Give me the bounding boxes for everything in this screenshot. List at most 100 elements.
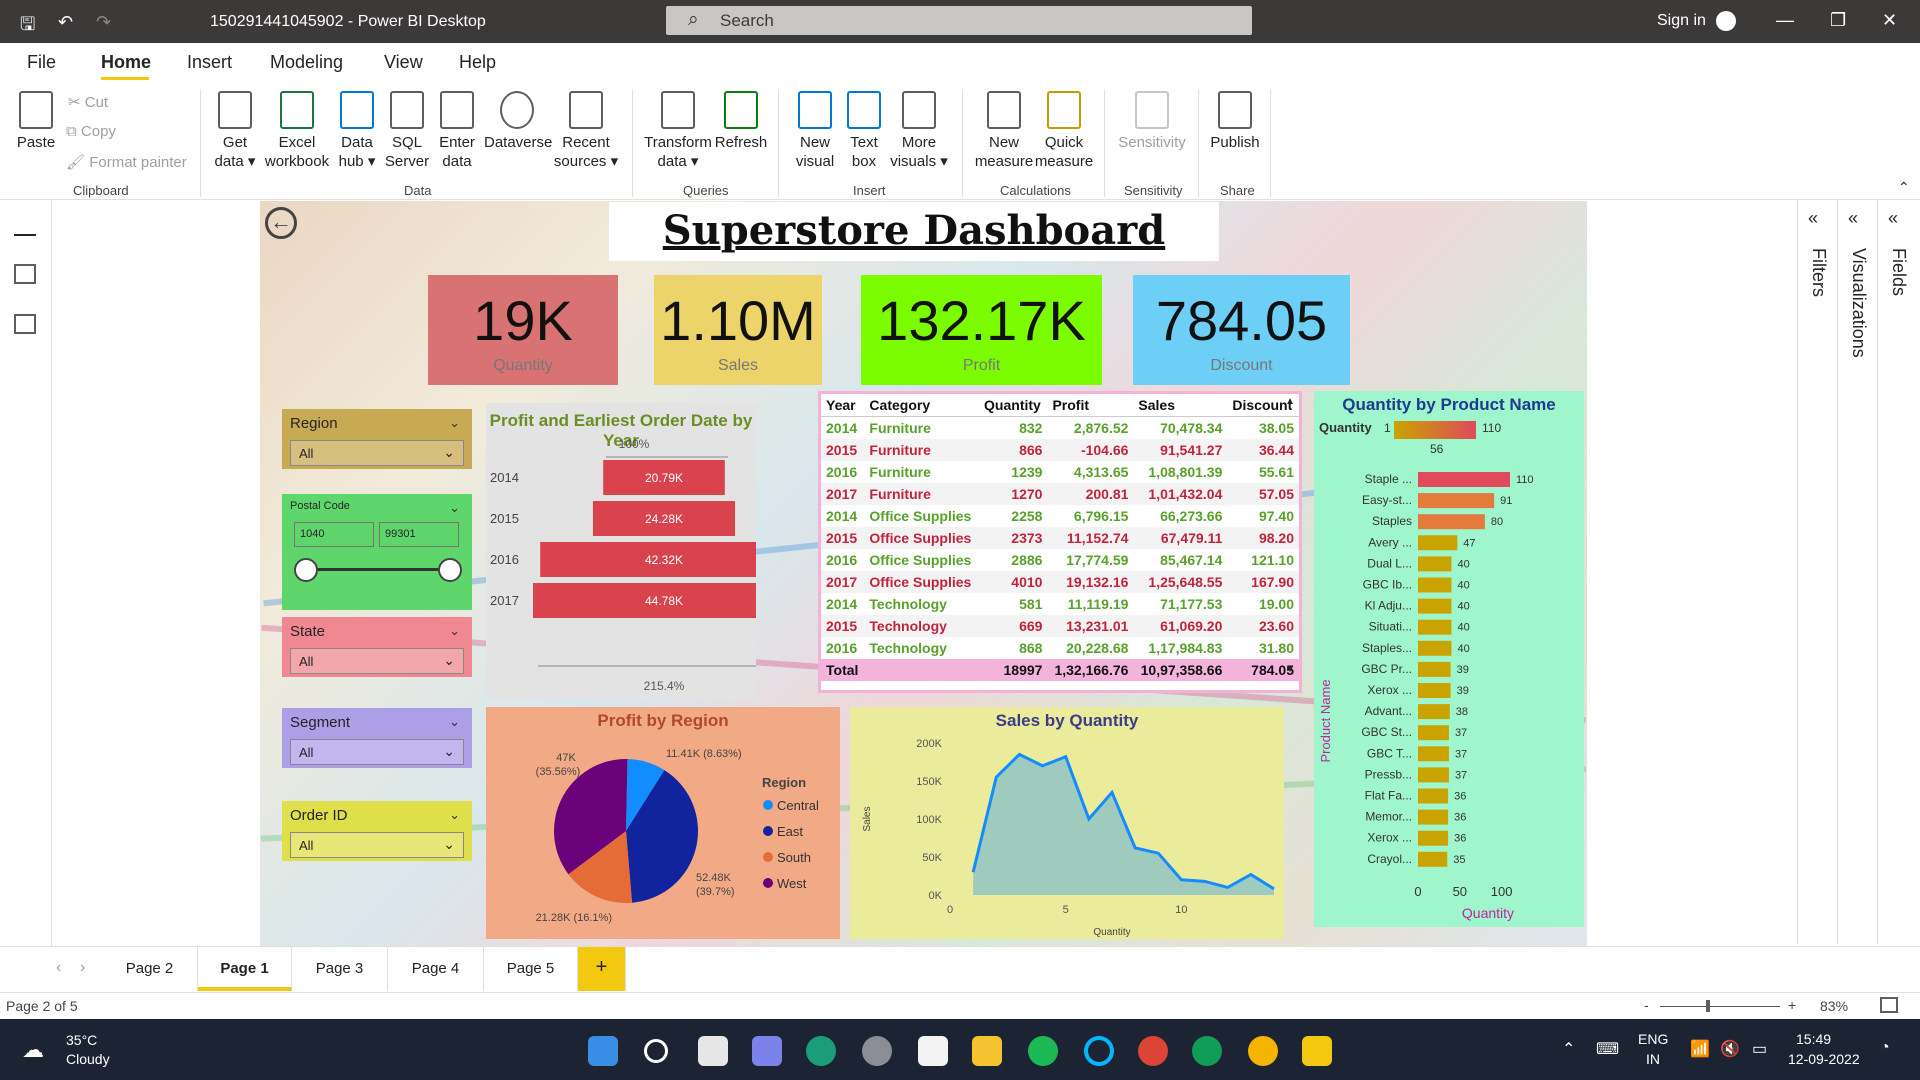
fit-to-page-icon[interactable] [1880, 997, 1898, 1013]
back-arrow-icon[interactable]: ← [265, 207, 297, 239]
model-view-icon[interactable] [14, 314, 36, 334]
add-page-button[interactable]: + [578, 947, 626, 991]
enter-data-button[interactable]: Enter data [434, 91, 480, 171]
new-measure-button[interactable]: New measure [973, 91, 1035, 171]
table-row[interactable]: 2015 Technology 669 13,231.01 61,069.20 23.60 [821, 615, 1299, 637]
order-id-slicer[interactable]: Order ID ⌄ All ⌄ [282, 801, 472, 861]
store-icon[interactable] [918, 1036, 948, 1066]
page-tab[interactable]: Page 2 [102, 947, 198, 991]
chevron-up-icon[interactable]: ⌃ [1562, 1039, 1575, 1059]
minimize-icon[interactable]: — [1776, 10, 1794, 31]
new-visual-button[interactable]: New visual [790, 91, 840, 171]
table-row[interactable]: 2016 Furniture 1239 4,313.65 1,08,801.39 55.6… [821, 461, 1299, 483]
chrome-icon[interactable] [1138, 1036, 1168, 1066]
postal-max-input[interactable]: 99301 [379, 522, 459, 547]
kpi-card-discount[interactable]: 784.05 Discount [1133, 275, 1350, 385]
postal-min-input[interactable]: 1040 [294, 522, 374, 547]
refresh-button[interactable]: Refresh [714, 91, 768, 152]
visualizations-pane-collapsed[interactable]: « Visualizations [1837, 200, 1877, 944]
collapse-ribbon-icon[interactable]: ⌃ [1898, 179, 1910, 196]
file-explorer-icon[interactable] [972, 1036, 1002, 1066]
cortana-icon[interactable] [1084, 1036, 1114, 1066]
quantity-by-product-chart[interactable]: Quantity by Product Name Quantity 1 110 56 S… [1314, 391, 1584, 927]
column-header[interactable]: Category [864, 394, 980, 417]
expand-icon[interactable]: « [1808, 208, 1818, 229]
transform-data-button[interactable]: Transform data ▾ [642, 91, 714, 171]
kpi-card-sales[interactable]: 1.10M Sales [654, 275, 822, 385]
search-icon[interactable] [644, 1039, 668, 1063]
chevron-down-icon[interactable]: ⌄ [449, 415, 460, 431]
state-slicer[interactable]: State ⌄ All ⌄ [282, 617, 472, 677]
menu-home[interactable]: Home [101, 52, 151, 73]
spotify-icon[interactable] [1028, 1036, 1058, 1066]
table-row[interactable]: 2017 Furniture 1270 200.81 1,01,432.04 57.05 [821, 483, 1299, 505]
page-tab[interactable]: Page 4 [388, 947, 484, 991]
start-icon[interactable] [588, 1036, 618, 1066]
report-view-icon[interactable] [14, 216, 36, 236]
sql-server-button[interactable]: SQL Server [384, 91, 430, 171]
state-dropdown[interactable]: All ⌄ [290, 648, 464, 674]
range-handle-min[interactable] [294, 558, 318, 582]
cut-button[interactable]: ✂ Cut [68, 93, 108, 111]
sign-in-link[interactable]: Sign in [1657, 12, 1706, 30]
postal-code-slicer[interactable]: Postal Code ⌄ 1040 99301 [282, 494, 472, 610]
column-header[interactable]: Year [821, 394, 865, 417]
task-view-icon[interactable] [698, 1036, 728, 1066]
undo-icon[interactable]: ↶ [58, 12, 73, 33]
zoom-in-icon[interactable]: + [1788, 997, 1796, 1013]
edge-icon[interactable] [806, 1036, 836, 1066]
range-handle-max[interactable] [438, 558, 462, 582]
scroll-right-icon[interactable]: › [80, 959, 85, 977]
data-hub-button[interactable]: Data hub ▾ [334, 91, 380, 171]
chevron-down-icon[interactable]: ⌄ [449, 807, 460, 823]
redo-icon[interactable]: ↷ [96, 12, 111, 33]
close-icon[interactable]: ✕ [1882, 10, 1897, 31]
zoom-out-icon[interactable]: - [1644, 997, 1649, 1013]
format-painter-button[interactable]: 🖌 Format painter [66, 153, 187, 171]
zoom-slider-handle[interactable] [1706, 1000, 1710, 1012]
segment-dropdown[interactable]: All ⌄ [290, 739, 464, 765]
menu-modeling[interactable]: Modeling [270, 52, 343, 73]
column-header[interactable]: Sales [1133, 394, 1228, 417]
region-dropdown[interactable]: All ⌄ [290, 440, 464, 466]
battery-icon[interactable]: ▭ [1752, 1039, 1767, 1059]
teams-icon[interactable] [752, 1036, 782, 1066]
volume-mute-icon[interactable]: 🔇 [1720, 1039, 1740, 1059]
clock-time[interactable]: 15:49 [1796, 1031, 1831, 1047]
notification-icon[interactable]: ◔ [1880, 1039, 1890, 1057]
chevron-down-icon[interactable]: ⌄ [449, 714, 460, 730]
column-header[interactable]: Profit [1047, 394, 1134, 417]
scroll-left-icon[interactable]: ‹ [56, 959, 61, 977]
scroll-up-icon[interactable]: ▲ [1285, 396, 1295, 407]
table-row[interactable]: 2017 Office Supplies 4010 19,132.16 1,25,648… [821, 571, 1299, 593]
column-header[interactable]: Quantity [979, 394, 1048, 417]
kpi-card-profit[interactable]: 132.17K Profit [861, 275, 1102, 385]
search-box[interactable]: ⌕ Search [666, 6, 1252, 35]
wifi-icon[interactable]: 📶 [1690, 1039, 1710, 1059]
scroll-down-icon[interactable]: ▼ [1285, 664, 1295, 675]
order-id-dropdown[interactable]: All ⌄ [290, 832, 464, 858]
language-line1[interactable]: ENG [1638, 1031, 1668, 1047]
menu-view[interactable]: View [384, 52, 423, 73]
table-row[interactable]: 2014 Furniture 832 2,876.52 70,478.34 38.05 [821, 416, 1299, 439]
sales-by-quantity-chart[interactable]: Sales by Quantity 0K 50K 100K 150K 200K 0 5 10 Q… [850, 707, 1284, 939]
settings-icon[interactable] [862, 1036, 892, 1066]
page-tab[interactable]: Page 3 [292, 947, 388, 991]
data-view-icon[interactable] [14, 264, 36, 284]
dataverse-button[interactable]: Dataverse [484, 91, 552, 152]
language-line2[interactable]: IN [1646, 1051, 1660, 1067]
publish-button[interactable]: Publish [1208, 91, 1262, 152]
save-icon[interactable]: 🖫 [20, 12, 35, 42]
clock-date[interactable]: 12-09-2022 [1788, 1051, 1860, 1067]
chrome-profile-icon[interactable] [1248, 1036, 1278, 1066]
chevron-down-icon[interactable]: ⌄ [449, 500, 460, 516]
menu-file[interactable]: File [27, 52, 56, 73]
menu-help[interactable]: Help [459, 52, 496, 73]
profit-by-year-chart[interactable]: Profit and Earliest Order Date by Year 1… [486, 403, 756, 699]
table-row[interactable]: 2016 Technology 868 20,228.68 1,17,984.83 31.… [821, 637, 1299, 659]
quick-measure-button[interactable]: Quick measure [1033, 91, 1095, 171]
avatar[interactable] [1716, 11, 1736, 31]
category-matrix[interactable]: Year Category Quantity Profit Sales Discount … [818, 391, 1302, 693]
page-tab[interactable]: Page 5 [484, 947, 578, 991]
chevron-down-icon[interactable]: ⌄ [449, 623, 460, 639]
